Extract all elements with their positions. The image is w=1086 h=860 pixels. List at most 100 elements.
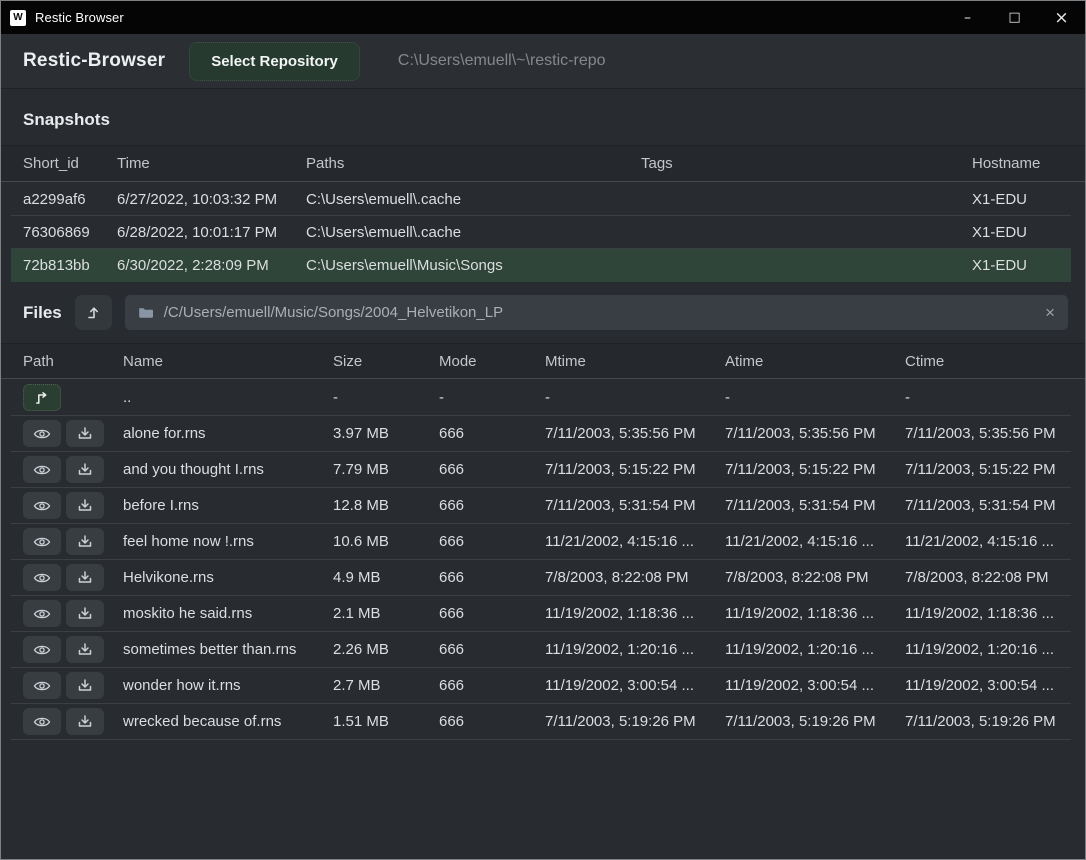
preview-file-button[interactable]: [23, 600, 61, 627]
minimize-icon[interactable]: –: [944, 1, 991, 34]
preview-file-button[interactable]: [23, 636, 61, 663]
breadcrumb-path-text: /C/Users/emuell/Music/Songs/2004_Helveti…: [164, 304, 1035, 321]
file-ctime: -: [905, 389, 1071, 406]
file-row: wrecked because of.rns 1.51 MB 666 7/11/…: [11, 704, 1071, 740]
download-file-button[interactable]: [66, 420, 104, 447]
snapshot-hostname: X1-EDU: [972, 257, 1071, 274]
file-row: moskito he said.rns 2.1 MB 666 11/19/200…: [11, 596, 1071, 632]
snapshot-row[interactable]: a2299af6 6/27/2022, 10:03:32 PM C:\Users…: [11, 183, 1071, 216]
folder-icon: [138, 305, 154, 320]
eye-icon: [33, 463, 51, 477]
arrow-to-root-icon: [85, 304, 102, 321]
snapshot-time: 6/28/2022, 10:01:17 PM: [117, 224, 306, 241]
download-file-button[interactable]: [66, 600, 104, 627]
file-name: feel home now !.rns: [123, 533, 333, 550]
eye-icon: [33, 715, 51, 729]
files-table-header: Path Name Size Mode Mtime Atime Ctime: [1, 343, 1085, 379]
preview-file-button[interactable]: [23, 492, 61, 519]
close-icon[interactable]: ×: [1038, 1, 1085, 34]
preview-file-button[interactable]: [23, 708, 61, 735]
snapshots-table: a2299af6 6/27/2022, 10:03:32 PM C:\Users…: [11, 183, 1071, 282]
download-file-button[interactable]: [66, 528, 104, 555]
go-to-parent-button[interactable]: [23, 384, 61, 411]
preview-file-button[interactable]: [23, 420, 61, 447]
download-file-button[interactable]: [66, 672, 104, 699]
column-hostname: Hostname: [972, 155, 1069, 172]
snapshot-time: 6/30/2022, 2:28:09 PM: [117, 257, 306, 274]
file-ctime: 7/8/2003, 8:22:08 PM: [905, 569, 1071, 586]
snapshot-paths: C:\Users\emuell\.cache: [306, 224, 641, 241]
file-mtime: 11/19/2002, 1:20:16 ...: [545, 641, 725, 658]
download-icon: [77, 606, 93, 621]
file-ctime: 7/11/2003, 5:35:56 PM: [905, 425, 1071, 442]
file-size: -: [333, 389, 439, 406]
file-mtime: 7/11/2003, 5:19:26 PM: [545, 713, 725, 730]
column-mode: Mode: [439, 353, 545, 370]
window-controls: – □ ×: [944, 1, 1085, 34]
preview-file-button[interactable]: [23, 672, 61, 699]
window-title: Restic Browser: [35, 10, 124, 25]
file-mode: 666: [439, 677, 545, 694]
file-mtime: 11/21/2002, 4:15:16 ...: [545, 533, 725, 550]
preview-file-button[interactable]: [23, 456, 61, 483]
file-mtime: 7/11/2003, 5:31:54 PM: [545, 497, 725, 514]
current-path-breadcrumb[interactable]: /C/Users/emuell/Music/Songs/2004_Helveti…: [125, 295, 1068, 330]
file-row: sometimes better than.rns 2.26 MB 666 11…: [11, 632, 1071, 668]
file-mtime: 7/11/2003, 5:15:22 PM: [545, 461, 725, 478]
preview-file-button[interactable]: [23, 528, 61, 555]
eye-icon: [33, 679, 51, 693]
preview-file-button[interactable]: [23, 564, 61, 591]
download-file-button[interactable]: [66, 636, 104, 663]
file-mode: 666: [439, 605, 545, 622]
file-name: moskito he said.rns: [123, 605, 333, 622]
select-repository-button[interactable]: Select Repository: [189, 42, 360, 81]
column-path: Path: [23, 353, 123, 370]
file-size: 1.51 MB: [333, 713, 439, 730]
column-mtime: Mtime: [545, 353, 725, 370]
download-file-button[interactable]: [66, 492, 104, 519]
restic-browser-window: { "window": { "title": "Restic Browser",…: [0, 0, 1086, 860]
file-atime: 7/11/2003, 5:31:54 PM: [725, 497, 905, 514]
column-size: Size: [333, 353, 439, 370]
download-file-button[interactable]: [66, 708, 104, 735]
file-atime: 7/8/2003, 8:22:08 PM: [725, 569, 905, 586]
file-ctime: 11/19/2002, 3:00:54 ...: [905, 677, 1071, 694]
titlebar: W Restic Browser – □ ×: [1, 1, 1085, 34]
file-name[interactable]: ..: [123, 389, 333, 406]
file-name: wonder how it.rns: [123, 677, 333, 694]
download-icon: [77, 534, 93, 549]
file-mode: 666: [439, 641, 545, 658]
file-name: alone for.rns: [123, 425, 333, 442]
snapshot-row-selected[interactable]: 72b813bb 6/30/2022, 2:28:09 PM C:\Users\…: [11, 249, 1071, 282]
arrow-up-right-icon: [34, 390, 50, 406]
file-name: before I.rns: [123, 497, 333, 514]
download-icon: [77, 426, 93, 441]
file-ctime: 11/21/2002, 4:15:16 ...: [905, 533, 1071, 550]
file-atime: 11/21/2002, 4:15:16 ...: [725, 533, 905, 550]
file-ctime: 11/19/2002, 1:18:36 ...: [905, 605, 1071, 622]
download-icon: [77, 570, 93, 585]
snapshot-row[interactable]: 76306869 6/28/2022, 10:01:17 PM C:\Users…: [11, 216, 1071, 249]
file-mtime: 7/11/2003, 5:35:56 PM: [545, 425, 725, 442]
file-size: 7.79 MB: [333, 461, 439, 478]
maximize-icon[interactable]: □: [991, 1, 1038, 34]
app-title: Restic-Browser: [23, 50, 165, 72]
file-mtime: 7/8/2003, 8:22:08 PM: [545, 569, 725, 586]
file-size: 2.26 MB: [333, 641, 439, 658]
clear-path-icon[interactable]: ×: [1045, 304, 1055, 321]
go-to-root-button[interactable]: [75, 295, 112, 330]
column-paths: Paths: [306, 155, 641, 172]
file-row: before I.rns 12.8 MB 666 7/11/2003, 5:31…: [11, 488, 1071, 524]
download-file-button[interactable]: [66, 564, 104, 591]
file-atime: 11/19/2002, 3:00:54 ...: [725, 677, 905, 694]
eye-icon: [33, 499, 51, 513]
file-row: and you thought I.rns 7.79 MB 666 7/11/2…: [11, 452, 1071, 488]
download-file-button[interactable]: [66, 456, 104, 483]
file-row: Helvikone.rns 4.9 MB 666 7/8/2003, 8:22:…: [11, 560, 1071, 596]
file-size: 3.97 MB: [333, 425, 439, 442]
file-name: sometimes better than.rns: [123, 641, 333, 658]
file-size: 4.9 MB: [333, 569, 439, 586]
file-mode: 666: [439, 713, 545, 730]
column-time: Time: [117, 155, 306, 172]
file-mtime: 11/19/2002, 1:18:36 ...: [545, 605, 725, 622]
